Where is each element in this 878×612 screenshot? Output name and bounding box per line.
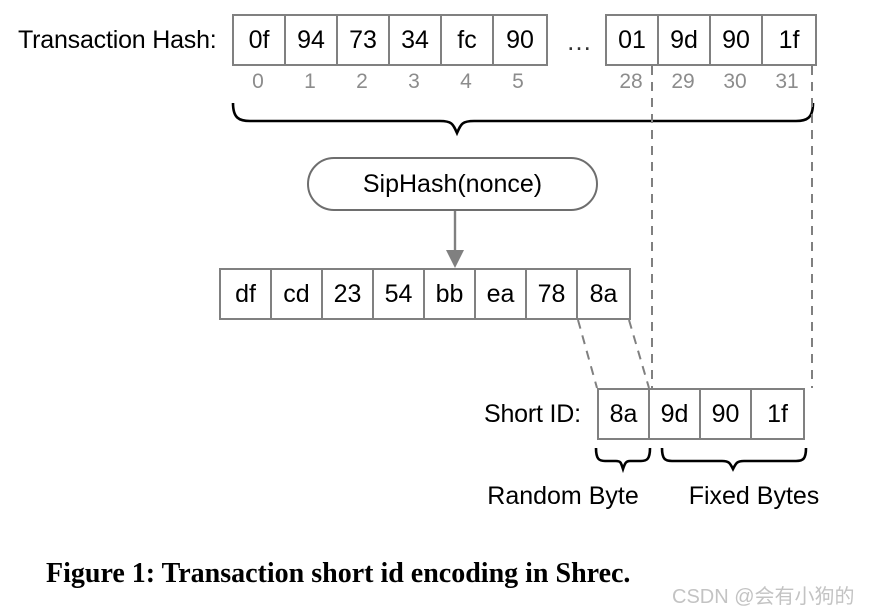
hash-output-cell-7: 8a	[578, 270, 629, 318]
tx-hash-right-index-3: 31	[775, 70, 799, 93]
dashed-connector-8a-right	[628, 319, 650, 389]
random-byte-label: Random Byte	[487, 482, 639, 510]
tx-hash-right-cell-3: 1f	[763, 16, 815, 64]
tx-hash-left-index-1: 1	[304, 70, 316, 93]
short-id-label: Short ID:	[484, 400, 581, 428]
siphash-arrow-head	[446, 250, 464, 268]
hash-output-cell-0: df	[221, 270, 272, 318]
short-id-cell-1: 9d	[650, 390, 701, 438]
tx-hash-right-cell-2: 90	[711, 16, 763, 64]
hash-output-bytes: df cd 23 54 bb ea 78 8a	[219, 268, 631, 320]
hash-output-cell-6: 78	[527, 270, 578, 318]
fixed-bytes-label: Fixed Bytes	[688, 482, 820, 510]
fixed-bytes-brace	[660, 447, 808, 472]
short-id-bytes: 8a 9d 90 1f	[597, 388, 805, 440]
tx-hash-left-cell-0: 0f	[234, 16, 286, 64]
bytes-ellipsis: …	[566, 26, 594, 56]
dashed-connector-8a-left	[577, 319, 598, 389]
tx-hash-left-index-4: 4	[460, 70, 472, 93]
hash-output-cell-3: 54	[374, 270, 425, 318]
tx-hash-left-index-5: 5	[512, 70, 524, 93]
tx-hash-left-index-2: 2	[356, 70, 368, 93]
tx-hash-right-index-1: 29	[671, 70, 695, 93]
figure-caption: Figure 1: Transaction short id encoding …	[46, 558, 631, 589]
tx-hash-right-cell-1: 9d	[659, 16, 711, 64]
hash-output-cell-4: bb	[425, 270, 476, 318]
short-id-cell-3: 1f	[752, 390, 803, 438]
short-id-cell-0: 8a	[599, 390, 650, 438]
hash-output-cell-1: cd	[272, 270, 323, 318]
tx-hash-right-index-2: 30	[723, 70, 747, 93]
transaction-hash-left-bytes: 0f 94 73 34 fc 90	[232, 14, 548, 66]
figure-canvas: Transaction Hash: 0f 94 73 34 fc 90 012345 … …	[0, 0, 878, 612]
tx-hash-left-cell-3: 34	[390, 16, 442, 64]
tx-hash-left-cell-2: 73	[338, 16, 390, 64]
transaction-hash-left-indices: 0 1 2 3 4 5	[232, 70, 548, 94]
transaction-hash-label: Transaction Hash:	[18, 26, 217, 54]
transaction-hash-right-indices: 28 29 30 31	[605, 70, 817, 94]
tx-hash-left-cell-5: 90	[494, 16, 546, 64]
tx-hash-left-cell-1: 94	[286, 16, 338, 64]
tx-hash-left-index-0: 0	[252, 70, 264, 93]
tx-hash-right-cell-0: 01	[607, 16, 659, 64]
tx-hash-right-index-0: 28	[619, 70, 643, 93]
watermark-text: CSDN @会有小狗的	[672, 586, 855, 608]
siphash-label: SipHash(nonce)	[362, 169, 543, 198]
hash-span-brace	[231, 102, 815, 137]
hash-output-cell-5: ea	[476, 270, 527, 318]
siphash-node[interactable]: SipHash(nonce)	[307, 157, 598, 211]
short-id-cell-2: 90	[701, 390, 752, 438]
tx-hash-left-index-3: 3	[408, 70, 420, 93]
hash-output-cell-2: 23	[323, 270, 374, 318]
transaction-hash-right-bytes: 01 9d 90 1f	[605, 14, 817, 66]
random-byte-brace	[594, 447, 652, 474]
tx-hash-left-cell-4: fc	[442, 16, 494, 64]
